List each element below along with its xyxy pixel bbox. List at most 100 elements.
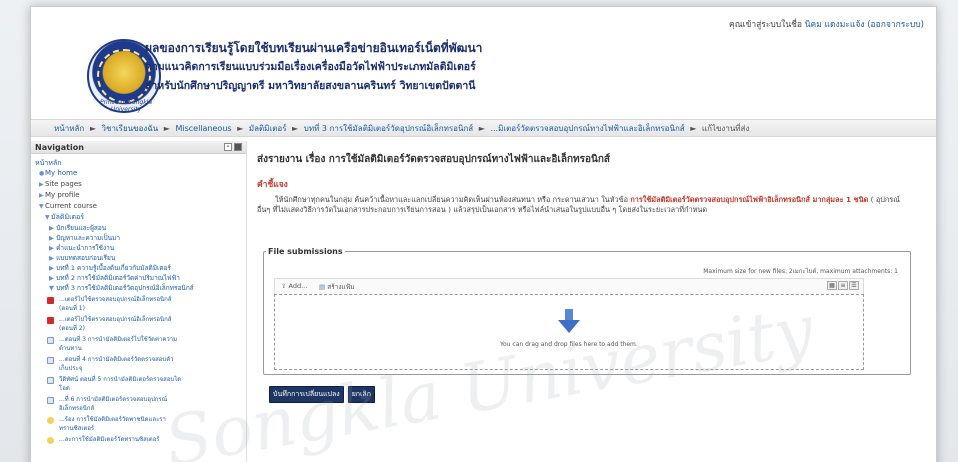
nav-section-label: คำแนะนำการใช้งาน: [56, 244, 115, 252]
site-title-line1: ผลของการเรียนรู้โดยใช้บทเรียนผ่านเครือข่…: [145, 41, 483, 55]
user-profile-link[interactable]: นิคม แดงมะแจ้ง: [805, 20, 865, 30]
nav-activity-6[interactable]: ...ที่ 6 การนำมัลติมิเตอร์ตรวจสอบอุปกรณ์…: [35, 395, 246, 413]
breadcrumb-section[interactable]: บทที่ 3 การใช้มัลติมิเตอร์วัดอุปกรณ์อิเล…: [304, 124, 473, 133]
nav-section-label: บทที่ 1 ความรู้เบื้องต้นเกี่ยวกับมัลติมิ…: [56, 264, 171, 272]
nav-activity-3[interactable]: ...ตอนที่ 3 การนำมัลติมิเตอร์ไปใช้วัดค่า…: [35, 335, 246, 353]
nav-section-3[interactable]: ▶ คำแนะนำการใช้งาน: [35, 243, 246, 253]
collapse-arrow-icon: ▼: [49, 284, 54, 292]
add-file-icon: ⇪: [281, 282, 287, 290]
tree-view-icon[interactable]: ☰: [849, 281, 859, 290]
nav-section-label: แบบทดสอบก่อนเรียน: [56, 254, 116, 262]
forum-icon: [47, 417, 54, 424]
file-submissions-legend: File submissions: [268, 247, 343, 256]
nav-section-4[interactable]: ▶ แบบทดสอบก่อนเรียน: [35, 253, 246, 263]
document-icon: [47, 397, 54, 404]
activity-line2: เก็บประจุ: [59, 365, 83, 372]
dock-block-icon[interactable]: –: [224, 143, 232, 151]
collapse-block-icon[interactable]: [234, 143, 242, 151]
instructions-part1: ให้นักศึกษาทุกคนในกลุ่ม ค้นคว้าเนื้อหาแล…: [275, 195, 631, 204]
create-folder-label: สร้างแฟ้ม: [327, 283, 355, 291]
expand-arrow-icon: ▶: [49, 254, 54, 262]
nav-activity-7[interactable]: ...ร้อง การใช้มัลติมิเตอร์วัดพาชนิดและรา…: [35, 415, 246, 433]
breadcrumb-home[interactable]: หน้าหลัก: [54, 124, 84, 133]
nav-section-label: บทที่ 3 การใช้มัลติมิเตอร์วัดอุปกรณ์อิเล…: [56, 284, 194, 292]
forum-icon: [47, 437, 54, 444]
activity-line1: ...ที่ 6 การนำมัลติมิเตอร์ตรวจสอบอุปกรณ์: [59, 396, 168, 403]
nav-course[interactable]: ▼มัลติมิเตอร์: [35, 212, 246, 223]
nav-section-label: ปัญหาและความเป็นมา: [56, 234, 120, 242]
nav-current-course[interactable]: ▼Current course: [35, 201, 246, 212]
site-header: Prince of Songkla University ผลของการเรี…: [31, 7, 936, 117]
activity-line1: ...ร้อง การใช้มัลติมิเตอร์วัดพาชนิดและรา: [59, 416, 166, 423]
site-title-line3: สำหรับนักศึกษาปริญญาตรี มหาวิทยาลัยสงขลา…: [145, 80, 476, 92]
nav-section-2[interactable]: ▶ ปัญหาและความเป็นมา: [35, 233, 246, 243]
activity-line1: วีดิทัศน์ ตอนที่ 5 การนำมัลติมิเตอร์ตรวจ…: [59, 376, 182, 383]
icon-view-icon[interactable]: ▦: [827, 281, 837, 290]
activity-line1: ...เตอร์ไปใช้ตรวจสอบอุปกรณ์อิเล็กทรอนิกส…: [59, 296, 172, 303]
site-title-line2: ตามแนวคิดการเรียนแบบร่วมมือเรื่องเครื่อง…: [145, 61, 476, 73]
nav-my-home[interactable]: ●My home: [35, 168, 246, 179]
navigation-header: Navigation –: [31, 141, 246, 154]
logout-link[interactable]: (ออกจากระบบ): [867, 20, 924, 30]
nav-section-1[interactable]: ▶ นักเรียนและผู้สอน: [35, 223, 246, 233]
breadcrumb-separator: ►: [163, 124, 170, 133]
nav-section-6[interactable]: ▶ บทที่ 2 การใช้มัลติมิเตอร์วัดค่าปริมาณ…: [35, 273, 246, 283]
list-view-icon[interactable]: ≡: [838, 281, 848, 290]
dropzone-text: You can drag and drop files here to add …: [500, 341, 638, 348]
breadcrumb-category[interactable]: Miscellaneous: [175, 124, 231, 133]
add-file-button[interactable]: ⇪ Add...: [281, 282, 307, 290]
breadcrumb-assignment[interactable]: ...มิเตอร์วัดตรวจสอบอุปกรณ์ทางไฟฟ้าและอิ…: [490, 124, 684, 133]
drop-arrow-icon: [558, 309, 580, 333]
logo-caption: Prince of Songkla University: [99, 99, 153, 113]
form-actions: บันทึกการเปลี่ยนแปลง ยกเลิก: [269, 381, 379, 403]
filepicker-toolbar: ⇪ Add... ▤ สร้างแฟ้ม ▦ ≡ ☰: [274, 278, 864, 294]
breadcrumb-separator: ►: [89, 124, 96, 133]
expand-arrow-icon: ▶: [49, 264, 54, 272]
cancel-button[interactable]: ยกเลิก: [347, 386, 375, 403]
document-icon: [47, 337, 54, 344]
instructions-title: คำชี้แจง: [257, 180, 288, 190]
breadcrumb: หน้าหลัก ► วิชาเรียนของฉัน ► Miscellaneo…: [31, 119, 936, 137]
breadcrumb-separator: ►: [478, 124, 485, 133]
save-changes-button[interactable]: บันทึกการเปลี่ยนแปลง: [269, 386, 344, 403]
add-file-label: Add...: [288, 282, 308, 290]
nav-activity-1[interactable]: ...เตอร์ไปใช้ตรวจสอบอุปกรณ์อิเล็กทรอนิกส…: [35, 295, 246, 313]
file-dropzone[interactable]: You can drag and drop files here to add …: [274, 294, 864, 370]
nav-activity-5[interactable]: วีดิทัศน์ ตอนที่ 5 การนำมัลติมิเตอร์ตรวจ…: [35, 375, 246, 393]
instructions-topic: การใช้มัลติมิเตอร์วัดตรวจสอบอุปกรณ์ไฟฟ้า…: [630, 195, 869, 204]
nav-activity-4[interactable]: ...ตอนที่ 4 การนำมัลติมิเตอร์วัดตรวจสอบต…: [35, 355, 246, 373]
activity-line2: ต้านทาน: [59, 345, 82, 352]
activity-line2: ทรานซิสเตอร์: [59, 425, 95, 432]
nav-home[interactable]: หน้าหลัก: [35, 158, 246, 168]
expand-arrow-icon: ▶: [49, 224, 54, 232]
activity-line1: ...ตอนที่ 4 การนำมัลติมิเตอร์วัดตรวจสอบต…: [59, 356, 174, 363]
nav-section-label: บทที่ 2 การใช้มัลติมิเตอร์วัดค่าปริมาณไฟ…: [56, 274, 180, 282]
nav-section-5[interactable]: ▶ บทที่ 1 ความรู้เบื้องต้นเกี่ยวกับมัลติ…: [35, 263, 246, 273]
logo-ring: [97, 49, 151, 103]
nav-section-label: นักเรียนและผู้สอน: [56, 224, 107, 232]
nav-my-profile-label: My profile: [45, 191, 80, 199]
breadcrumb-my-courses[interactable]: วิชาเรียนของฉัน: [102, 124, 159, 133]
site-title: ผลของการเรียนรู้โดยใช้บทเรียนผ่านเครือข่…: [145, 39, 482, 96]
nav-site-pages[interactable]: ▶Site pages: [35, 179, 246, 190]
main-content: ส่งรายงาน เรื่อง การใช้มัลติมิเตอร์วัดตร…: [257, 141, 927, 403]
nav-activity-2[interactable]: ...เตอร์ไปใช้ตรวจสอบอุปกรณ์อิเล็กทรอนิกส…: [35, 315, 246, 333]
activity-line2: โอด: [59, 385, 70, 392]
expand-arrow-icon: ▶: [49, 274, 54, 282]
nav-section-7[interactable]: ▼ บทที่ 3 การใช้มัลติมิเตอร์วัดอุปกรณ์อิ…: [35, 283, 246, 293]
activity-line2: (ตอนที่ 2): [59, 325, 85, 332]
nav-course-label: มัลติมิเตอร์: [51, 213, 84, 221]
nav-my-home-label: My home: [45, 169, 78, 177]
nav-activity-8[interactable]: ...ละการใช้มัลติมิเตอร์วัดทรานซิสเตอร์: [35, 435, 246, 444]
nav-current-course-label: Current course: [45, 202, 97, 210]
nav-my-profile[interactable]: ▶My profile: [35, 190, 246, 201]
pdf-icon: [47, 297, 54, 304]
breadcrumb-current: แก้ไขงานที่ส่ง: [701, 124, 750, 133]
breadcrumb-separator: ►: [292, 124, 299, 133]
breadcrumb-course[interactable]: มัลติมิเตอร์: [249, 124, 287, 133]
navigation-tree: หน้าหลัก ●My home ▶Site pages ▶My profil…: [31, 154, 246, 444]
login-prefix: คุณเข้าสู่ระบบในชื่อ: [729, 20, 803, 30]
create-folder-button[interactable]: ▤ สร้างแฟ้ม: [319, 282, 355, 292]
file-submissions-fieldset: File submissions Maximum size for new fi…: [263, 247, 911, 375]
expand-arrow-icon: ▶: [49, 244, 54, 252]
